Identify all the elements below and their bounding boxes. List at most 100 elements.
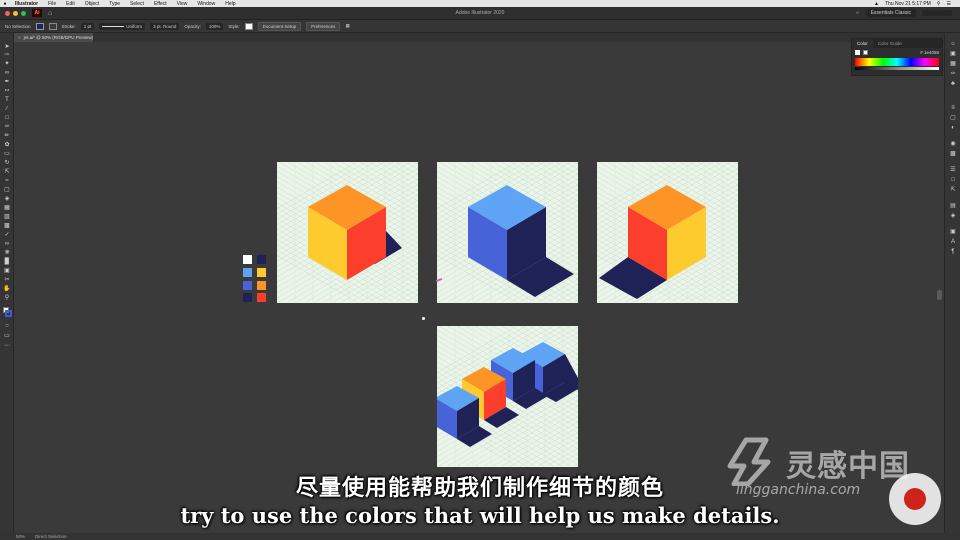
stroke-panel-icon[interactable]: ≡ — [949, 105, 957, 112]
pencil-tool-icon[interactable]: ✏ — [3, 133, 11, 140]
menu-app-name[interactable]: Illustrator — [10, 1, 43, 7]
shape-builder-tool-icon[interactable]: ◈ — [3, 196, 11, 203]
tab-color[interactable]: Color — [852, 39, 873, 48]
asset-export-panel-icon[interactable]: ⇱ — [949, 187, 957, 194]
clock[interactable]: Thu Nov 21 5:17 PM — [882, 1, 934, 7]
artboard-2[interactable] — [437, 162, 578, 303]
menu-window[interactable]: Window — [192, 1, 220, 7]
current-tool-status[interactable]: Direct Selection — [35, 534, 67, 539]
blend-tool-icon[interactable]: ∞ — [3, 241, 11, 248]
artboard-tool-icon[interactable]: ▣ — [3, 268, 11, 275]
workspace-switcher[interactable]: Essentials Classic — [865, 9, 916, 17]
transparency-panel-icon[interactable]: ◐ — [949, 125, 957, 132]
arrange-documents-icon[interactable]: ▦ — [345, 23, 349, 29]
column-graph-tool-icon[interactable]: ▉ — [3, 259, 11, 266]
apple-icon[interactable]: ● — [0, 1, 10, 7]
menu-help[interactable]: Help — [220, 1, 240, 7]
rectangle-tool-icon[interactable]: □ — [3, 115, 11, 122]
menu-edit[interactable]: Edit — [61, 1, 80, 7]
brush-definition-select[interactable]: 3 pt. Round — [150, 22, 180, 30]
wifi-icon[interactable]: ▲ — [871, 1, 882, 7]
transform-panel-icon[interactable]: ▣ — [949, 229, 957, 236]
menu-effect[interactable]: Effect — [149, 1, 172, 7]
magic-wand-tool-icon[interactable]: ✦ — [3, 61, 11, 68]
artboards-panel-icon[interactable]: □ — [949, 177, 957, 184]
properties-panel-icon[interactable]: ☼ — [949, 41, 957, 48]
line-tool-icon[interactable]: ∕ — [3, 106, 11, 113]
graphic-style-swatch[interactable] — [244, 22, 253, 30]
brushes-panel-icon[interactable]: ✑ — [949, 71, 957, 78]
screen-mode-icon[interactable]: ▭ — [3, 333, 11, 340]
perspective-grid-tool-icon[interactable]: ▦ — [3, 205, 11, 212]
palette-chip-navy-2[interactable] — [243, 293, 252, 302]
lasso-tool-icon[interactable]: ∞ — [3, 70, 11, 77]
document-setup-button[interactable]: Document Setup — [257, 21, 302, 31]
drawing-modes-icon[interactable]: ○ — [3, 323, 11, 330]
pathfinder-panel-icon[interactable]: ◈ — [949, 213, 957, 220]
shaper-tool-icon[interactable]: ✿ — [3, 142, 11, 149]
zoom-window-button[interactable] — [21, 10, 26, 16]
edit-toolbar-icon[interactable]: ⋯ — [3, 343, 11, 350]
swatches-panel-icon[interactable]: ▦ — [949, 61, 957, 68]
preferences-button[interactable]: Preferences — [306, 21, 341, 31]
align-panel-icon[interactable]: ▤ — [949, 203, 957, 210]
search-stock-input[interactable] — [922, 10, 952, 16]
palette-chip-light-blue[interactable] — [243, 268, 252, 277]
menu-file[interactable]: File — [43, 1, 61, 7]
zoom-level[interactable]: 50% — [16, 534, 25, 539]
palette-chip-blue[interactable] — [243, 281, 252, 290]
stroke-label[interactable]: Stroke: — [62, 24, 76, 29]
gradient-tool-icon[interactable]: ▩ — [3, 223, 11, 230]
variable-width-profile-select[interactable]: Uniform — [99, 22, 146, 30]
canvas-scrollbar-thumb[interactable] — [937, 290, 942, 300]
layers-panel-icon[interactable]: ☰ — [949, 167, 957, 174]
menu-select[interactable]: Select — [125, 1, 149, 7]
free-transform-tool-icon[interactable]: ▢ — [3, 187, 11, 194]
lightbulb-icon[interactable]: ☼ — [855, 10, 860, 16]
hex-value-field[interactable]: # 1e4058 — [920, 50, 939, 55]
tab-color-guide[interactable]: Color Guide — [873, 39, 907, 48]
minimize-window-button[interactable] — [13, 10, 18, 16]
opacity-input[interactable]: 100% — [205, 22, 224, 30]
menu-list-icon[interactable]: ☰ — [944, 1, 954, 7]
curvature-tool-icon[interactable]: ∾ — [3, 88, 11, 95]
eraser-tool-icon[interactable]: ▭ — [3, 151, 11, 158]
menu-view[interactable]: View — [172, 1, 193, 7]
fill-swatch[interactable] — [35, 22, 44, 30]
zoom-tool-icon[interactable]: ⚲ — [3, 295, 11, 302]
stroke-weight-input[interactable]: 1 pt — [80, 22, 95, 30]
character-panel-icon[interactable]: A — [949, 239, 957, 246]
stroke-color-swatch[interactable] — [863, 50, 868, 55]
grayscale-spectrum-bar[interactable] — [855, 67, 939, 70]
hand-tool-icon[interactable]: ✋ — [3, 286, 11, 293]
type-tool-icon[interactable]: T — [3, 97, 11, 104]
slice-tool-icon[interactable]: ✂ — [3, 277, 11, 284]
menu-object[interactable]: Object — [80, 1, 104, 7]
home-icon[interactable]: ⌂ — [48, 10, 52, 17]
rotate-tool-icon[interactable]: ↻ — [3, 160, 11, 167]
search-icon[interactable]: ⚲ — [934, 1, 944, 7]
palette-chip-white[interactable] — [243, 255, 252, 264]
close-window-button[interactable] — [5, 10, 10, 16]
artboard-1[interactable] — [277, 162, 418, 303]
color-spectrum-bar[interactable] — [855, 58, 939, 66]
gradient-panel-icon[interactable]: ▢ — [949, 115, 957, 122]
palette-chip-yellow[interactable] — [257, 268, 266, 277]
paintbrush-tool-icon[interactable]: ✑ — [3, 124, 11, 131]
opacity-label[interactable]: Opacity: — [184, 24, 201, 29]
palette-chip-red[interactable] — [257, 293, 266, 302]
stroke-swatch[interactable] — [48, 22, 57, 30]
symbol-sprayer-tool-icon[interactable]: ❋ — [3, 250, 11, 257]
default-stroke-swatch[interactable] — [5, 310, 12, 317]
artboard-3[interactable] — [597, 162, 738, 303]
selection-tool-icon[interactable]: ➤ — [3, 44, 11, 51]
appearance-panel-icon[interactable]: ◉ — [949, 141, 957, 148]
pen-tool-icon[interactable]: ✒ — [3, 79, 11, 86]
mesh-tool-icon[interactable]: ▧ — [3, 214, 11, 221]
palette-chip-orange[interactable] — [257, 281, 266, 290]
close-tab-icon[interactable]: × — [18, 35, 21, 40]
libraries-panel-icon[interactable]: ▣ — [949, 51, 957, 58]
symbols-panel-icon[interactable]: ♣ — [949, 81, 957, 88]
document-tab[interactable]: × jet.ai* @ 50% (RGB/GPU Preview) — [14, 33, 94, 42]
scale-tool-icon[interactable]: ⇱ — [3, 169, 11, 176]
